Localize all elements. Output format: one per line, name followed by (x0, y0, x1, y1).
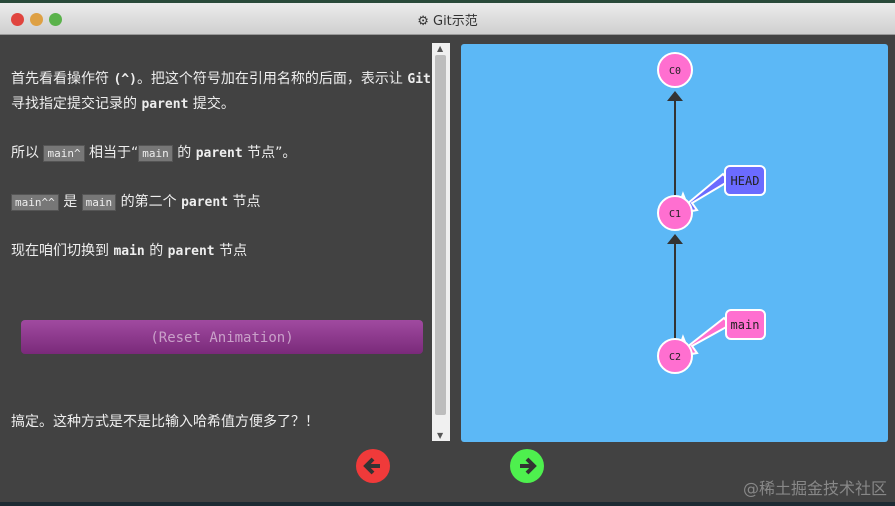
title-bar: ⚙ Git示范 (0, 3, 895, 35)
commit-c1: C1 (657, 195, 693, 231)
gear-icon: ⚙ (417, 14, 429, 29)
scroll-down-icon[interactable]: ▼ (437, 431, 443, 440)
commit-c2: C2 (657, 338, 693, 374)
svg-text:C1: C1 (669, 209, 681, 220)
arrow-right-icon (520, 457, 537, 475)
arrowhead-icon (667, 234, 683, 244)
main-label: main (731, 318, 760, 332)
scroll-thumb[interactable] (435, 55, 446, 415)
scroll-up-icon[interactable]: ▲ (437, 44, 443, 53)
reset-animation-button[interactable]: (Reset Animation) (21, 320, 423, 354)
next-button[interactable] (510, 449, 544, 483)
arrowhead-icon (667, 91, 683, 101)
head-label: HEAD (731, 174, 760, 188)
scrollbar[interactable]: ▲ ▼ (432, 43, 450, 441)
content-area: 首先看看操作符 (^)。把这个符号加在引用名称的后面，表示让 Git 寻找指定提… (0, 35, 895, 502)
arrow-left-icon (363, 457, 380, 475)
git-graph-canvas: HEAD main C0 C1 C2 (461, 44, 888, 442)
lesson-text: 首先看看操作符 (^)。把这个符号加在引用名称的后面，表示让 Git 寻找指定提… (11, 71, 431, 259)
svg-text:C2: C2 (669, 352, 681, 363)
svg-text:C0: C0 (669, 66, 681, 77)
watermark: @稀土掘金技术社区 (742, 479, 887, 498)
window-title: ⚙ Git示范 (417, 14, 478, 29)
final-text: 搞定。这种方式是不是比输入哈希值方便多了？！ (11, 414, 319, 430)
desktop-strip (0, 502, 895, 506)
commit-c0: C0 (657, 52, 693, 88)
previous-button[interactable] (356, 449, 390, 483)
